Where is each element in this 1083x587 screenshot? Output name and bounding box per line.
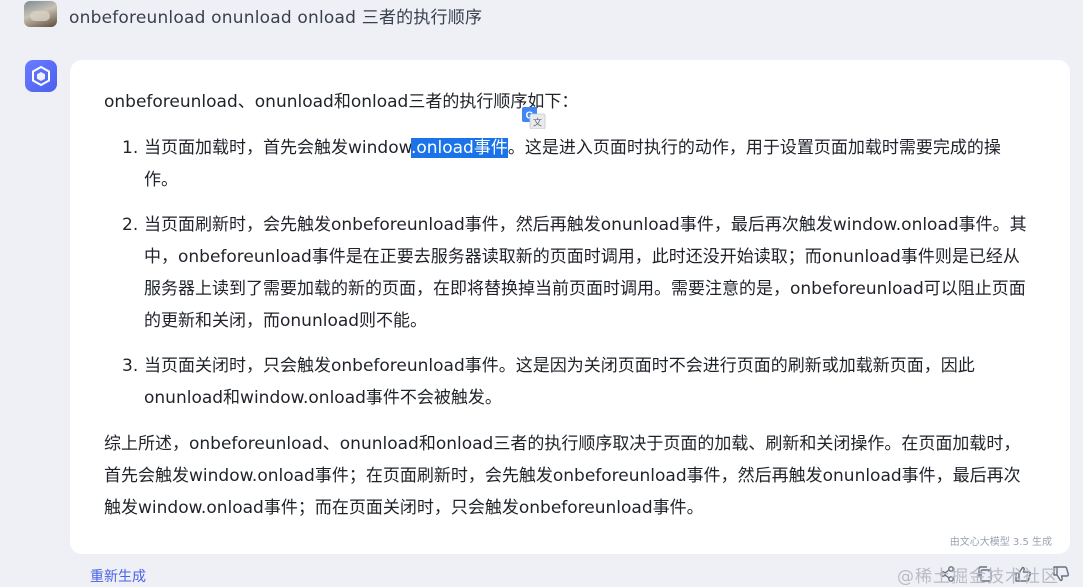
answer-content: onbeforeunload、onunload和onload三者的执行顺序如下：… bbox=[104, 86, 1034, 524]
user-message: onbeforeunload onunload onload 三者的执行顺序 bbox=[24, 0, 482, 30]
list-number: 2. bbox=[122, 215, 139, 235]
order-list: 1. 当页面加载时，首先会触发window.onload事件。这是进入页面时执行… bbox=[104, 132, 1034, 414]
list-item: 3. 当页面关闭时，只会触发onbeforeunload事件。这是因为关闭页面时… bbox=[104, 350, 1034, 414]
selected-text[interactable]: .onload事件 bbox=[410, 138, 508, 158]
list-number: 1. bbox=[122, 138, 139, 158]
answer-card: onbeforeunload、onunload和onload三者的执行顺序如下：… bbox=[70, 60, 1070, 554]
user-question: onbeforeunload onunload onload 三者的执行顺序 bbox=[69, 7, 483, 28]
svg-text:文: 文 bbox=[533, 117, 542, 129]
item-text: 当页面刷新时，会先触发onbeforeunload事件，然后再触发onunloa… bbox=[144, 215, 1027, 331]
site-watermark: @稀土掘金技术社区 bbox=[897, 567, 1059, 587]
item-text: 当页面关闭时，只会触发onbeforeunload事件。这是因为关闭页面时不会进… bbox=[144, 356, 975, 408]
generated-by-label: 由文心大模型 3.5 生成 bbox=[949, 537, 1052, 548]
regenerate-button[interactable]: 重新生成 bbox=[90, 566, 146, 586]
ernie-logo-icon bbox=[25, 60, 57, 92]
answer-intro: onbeforeunload、onunload和onload三者的执行顺序如下： bbox=[104, 92, 579, 112]
answer-summary: 综上所述，onbeforeunload、onunload和onload三者的执行… bbox=[104, 434, 1021, 518]
list-item: 1. 当页面加载时，首先会触发window.onload事件。这是进入页面时执行… bbox=[104, 132, 1034, 196]
user-avatar bbox=[24, 1, 57, 27]
item-text-pre: 当页面加载时，首先会触发window bbox=[144, 138, 411, 158]
list-number: 3. bbox=[122, 356, 139, 376]
google-translate-icon[interactable]: G 文 bbox=[522, 107, 546, 130]
list-item: 2. 当页面刷新时，会先触发onbeforeunload事件，然后再触发onun… bbox=[104, 209, 1034, 337]
